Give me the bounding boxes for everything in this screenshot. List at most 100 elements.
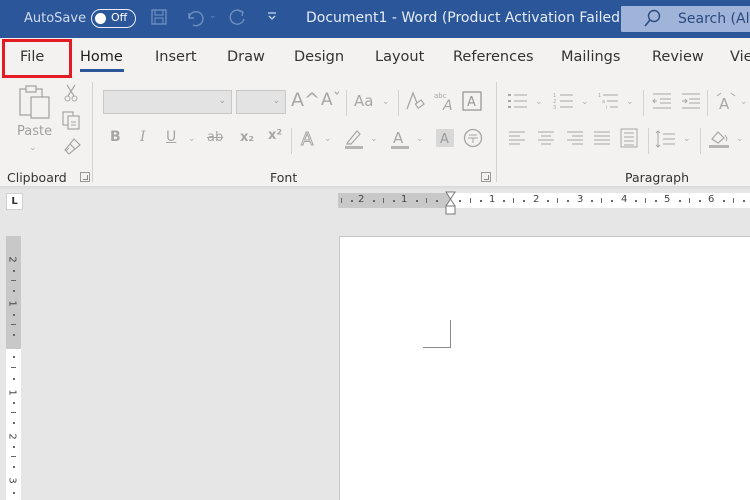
multilevel-list-icon[interactable]: 1ai (598, 92, 620, 113)
ruler-dot (416, 200, 418, 202)
font-color-icon[interactable]: A (390, 128, 410, 153)
tab-layout[interactable]: Layout (375, 49, 424, 65)
ruler-dot (351, 200, 353, 202)
cut-icon[interactable] (64, 84, 78, 105)
bold-button[interactable]: B (110, 130, 121, 144)
indent-marker-handle[interactable] (445, 191, 456, 217)
ruler-dot (393, 200, 395, 202)
ruler-dot (13, 314, 15, 316)
save-icon[interactable] (150, 8, 168, 30)
separator (291, 128, 292, 154)
ruler-mark: 3 (6, 477, 18, 484)
highlight-dropdown-icon[interactable]: ⌄ (370, 134, 378, 144)
horizontal-ruler[interactable]: 2 1 1 2 3 4 5 6 (338, 193, 750, 208)
decrease-indent-icon[interactable] (651, 92, 673, 113)
strikethrough-button[interactable]: ab (207, 131, 223, 144)
document-page[interactable] (339, 236, 750, 500)
underline-dropdown-icon[interactable]: ⌄ (188, 134, 196, 144)
svg-text:A: A (467, 95, 476, 110)
ruler-dot (655, 200, 657, 202)
bullets-dropdown-icon[interactable]: ⌄ (535, 97, 543, 107)
clipboard-dialog-launcher[interactable] (80, 172, 90, 182)
increase-indent-icon[interactable] (680, 92, 702, 113)
customize-qat-icon[interactable] (267, 9, 277, 26)
vertical-ruler[interactable]: 2 1 1 2 3 (6, 236, 21, 500)
ruler-top-margin (6, 236, 21, 349)
search-box[interactable]: Search (Alt+Q) (621, 6, 750, 32)
superscript-button[interactable]: x² (268, 129, 282, 142)
change-case-dropdown-icon[interactable]: ⌄ (382, 97, 390, 107)
font-color-dropdown-icon[interactable]: ⌄ (416, 134, 424, 144)
ruler-dot (373, 200, 375, 202)
align-left-icon[interactable] (508, 130, 526, 149)
ruler-dot (13, 492, 15, 494)
copy-icon[interactable] (61, 110, 81, 133)
shading-icon[interactable] (708, 127, 730, 152)
subscript-button[interactable]: x₂ (240, 131, 254, 144)
line-spacing-dropdown-icon[interactable]: ⌄ (683, 134, 691, 144)
italic-button[interactable]: I (140, 130, 146, 144)
shading-dropdown-icon[interactable]: ⌄ (736, 134, 744, 144)
ruler-dot (459, 200, 461, 202)
separator (648, 128, 649, 154)
tab-design[interactable]: Design (294, 49, 344, 65)
asian-layout-dropdown-icon[interactable]: ⌄ (740, 97, 748, 107)
numbering-icon[interactable]: 123 (553, 92, 575, 113)
undo-icon[interactable] (184, 8, 204, 32)
tab-draw[interactable]: Draw (227, 49, 265, 65)
text-effects-dropdown-icon[interactable]: ⌄ (324, 134, 332, 144)
ruler-tick (426, 198, 427, 203)
tab-mailings[interactable]: Mailings (561, 49, 620, 65)
clear-formatting-icon[interactable] (404, 90, 426, 115)
character-border-icon[interactable]: A (462, 91, 482, 114)
numbering-dropdown-icon[interactable]: ⌄ (581, 97, 589, 107)
ruler-dot (13, 378, 15, 380)
paste-icon[interactable] (17, 84, 53, 123)
tab-review[interactable]: Review (652, 49, 704, 65)
align-right-icon[interactable] (566, 130, 584, 149)
justify-icon[interactable] (593, 130, 611, 149)
paste-label[interactable]: Paste (17, 125, 52, 138)
phonetic-guide-icon[interactable]: abc A (434, 90, 456, 115)
tab-selector[interactable]: L (6, 193, 23, 210)
ruler-mark: 2 (533, 194, 540, 205)
tab-insert[interactable]: Insert (155, 49, 197, 65)
ruler-dot (567, 200, 569, 202)
underline-button[interactable]: U (166, 130, 176, 144)
tab-references[interactable]: References (453, 49, 534, 65)
shrink-font-icon[interactable]: Aˇ (321, 92, 341, 109)
font-name-combobox[interactable]: ⌄ (103, 90, 232, 114)
svg-text:A: A (719, 95, 730, 112)
font-dialog-launcher[interactable] (481, 172, 491, 182)
ruler-tick (689, 198, 690, 203)
ruler-dot (635, 200, 637, 202)
tab-view[interactable]: View (730, 49, 750, 65)
bullets-icon[interactable] (507, 92, 529, 113)
highlight-color-icon[interactable] (344, 128, 364, 153)
svg-text:A: A (440, 132, 449, 147)
grow-font-icon[interactable]: A^ (291, 91, 320, 110)
svg-text:3: 3 (553, 105, 556, 110)
font-size-combobox[interactable]: ⌄ (236, 90, 286, 114)
line-spacing-icon[interactable] (655, 129, 677, 152)
align-center-icon[interactable] (537, 130, 555, 149)
multilevel-dropdown-icon[interactable]: ⌄ (626, 97, 634, 107)
autosave-label: AutoSave (24, 11, 87, 26)
text-effects-icon[interactable]: A (300, 128, 320, 151)
format-painter-icon[interactable] (62, 137, 82, 160)
distributed-icon[interactable] (620, 128, 638, 151)
tab-home[interactable]: Home (80, 49, 123, 65)
autosave-toggle[interactable]: Off (91, 9, 136, 28)
asian-layout-icon[interactable]: A (714, 90, 738, 115)
redo-icon[interactable] (228, 8, 248, 32)
character-shading-icon[interactable]: A (436, 128, 454, 151)
group-separator (92, 82, 93, 182)
ruler-mark: 2 (6, 433, 18, 440)
enclose-characters-icon[interactable] (463, 128, 483, 151)
file-tab-highlight-box (2, 39, 72, 78)
ruler-mark: 1 (6, 389, 18, 396)
change-case-icon[interactable]: Aa (354, 94, 373, 109)
undo-dropdown-icon[interactable]: ⌄ (209, 11, 217, 21)
paste-dropdown-icon[interactable]: ⌄ (29, 143, 37, 153)
ruler-mark: 2 (358, 194, 365, 205)
